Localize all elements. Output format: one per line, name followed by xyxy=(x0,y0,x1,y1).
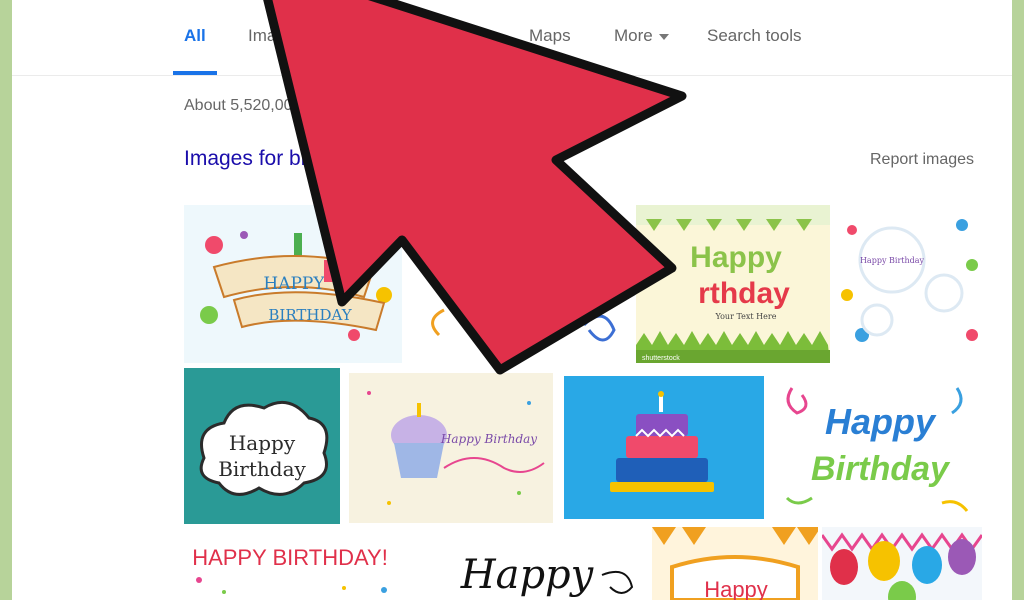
birthday-cloud-image: Happy Birthday xyxy=(184,368,340,524)
image-thumbnail-10[interactable]: Happy xyxy=(412,530,646,600)
t6-text: Happy Birthday xyxy=(440,432,537,446)
birthday-colorful-text-image: Happy Birthday xyxy=(772,368,982,524)
t8-line2: Birthday xyxy=(811,450,951,488)
search-tabs-bar: All Images Maps More Search tools xyxy=(12,0,1012,76)
tab-more[interactable]: More xyxy=(614,26,669,46)
birthday-cupcake-image: Happy Birthday xyxy=(349,373,553,523)
birthday-confetti-image: HAPPY BIRTHDAY! xyxy=(184,530,406,600)
report-images-link[interactable]: Report images xyxy=(870,151,974,169)
t3-watermark: shutterstock xyxy=(642,355,680,362)
image-thumbnail-8[interactable]: Happy Birthday xyxy=(772,368,982,524)
t11-text: Happy xyxy=(704,577,768,600)
birthday-balloons-image xyxy=(822,527,982,600)
t3-line1: Happy xyxy=(690,241,782,274)
t5-line1: Happy xyxy=(229,431,296,455)
caret-down-icon xyxy=(658,33,669,40)
t1-line1: HAPPY xyxy=(263,274,325,294)
image-thumbnail-9[interactable]: HAPPY BIRTHDAY! xyxy=(184,530,406,600)
image-thumbnail-12[interactable] xyxy=(822,527,982,600)
tab-maps[interactable]: Maps xyxy=(529,26,571,46)
tab-more-label: More xyxy=(614,26,653,45)
birthday-script-image: HAPPY thday xyxy=(404,205,634,363)
image-thumbnail-6[interactable]: Happy Birthday xyxy=(349,373,553,523)
image-thumbnail-1[interactable]: HAPPY BIRTHDAY xyxy=(184,205,402,363)
tab-all[interactable]: All xyxy=(184,26,206,46)
t2-line1: HAPPY xyxy=(504,274,584,299)
birthday-circles-image: Happy Birthday xyxy=(832,205,982,363)
t1-line2: BIRTHDAY xyxy=(268,306,352,324)
t4-text: Happy Birthday xyxy=(860,256,925,265)
birthday-cake-image xyxy=(564,376,764,519)
image-thumbnail-3[interactable]: Happy rthday Your Text Here shutterstock xyxy=(636,205,830,363)
images-section-heading[interactable]: Images for birthda xyxy=(184,147,353,171)
tab-search-tools[interactable]: Search tools xyxy=(707,26,802,46)
tab-images[interactable]: Images xyxy=(248,26,304,46)
birthday-bunting-image: Happy rthday Your Text Here shutterstock xyxy=(636,205,830,363)
t5-line2: Birthday xyxy=(218,457,306,481)
birthday-calligraphy-image: Happy xyxy=(412,530,646,600)
active-tab-indicator xyxy=(173,71,217,75)
result-stats: About 5,520,000 res xyxy=(184,97,329,114)
image-thumbnail-11[interactable]: Happy xyxy=(652,527,818,600)
search-results-page: All Images Maps More Search tools About … xyxy=(12,0,1012,600)
birthday-framed-image: Happy xyxy=(652,527,818,600)
image-thumbnail-2[interactable]: HAPPY thday xyxy=(404,205,634,363)
image-thumbnail-5[interactable]: Happy Birthday xyxy=(184,368,340,524)
t2-line2: thday xyxy=(491,303,577,338)
image-thumbnail-7[interactable] xyxy=(564,376,764,519)
t3-line2: rthday xyxy=(698,277,790,310)
image-thumbnail-4[interactable]: Happy Birthday xyxy=(832,205,982,363)
t3-caption: Your Text Here xyxy=(715,312,777,321)
t9-text: HAPPY BIRTHDAY! xyxy=(192,545,388,570)
birthday-banner-image: HAPPY BIRTHDAY xyxy=(184,205,402,363)
t10-text: Happy xyxy=(460,552,595,598)
t8-line1: Happy xyxy=(825,401,937,442)
